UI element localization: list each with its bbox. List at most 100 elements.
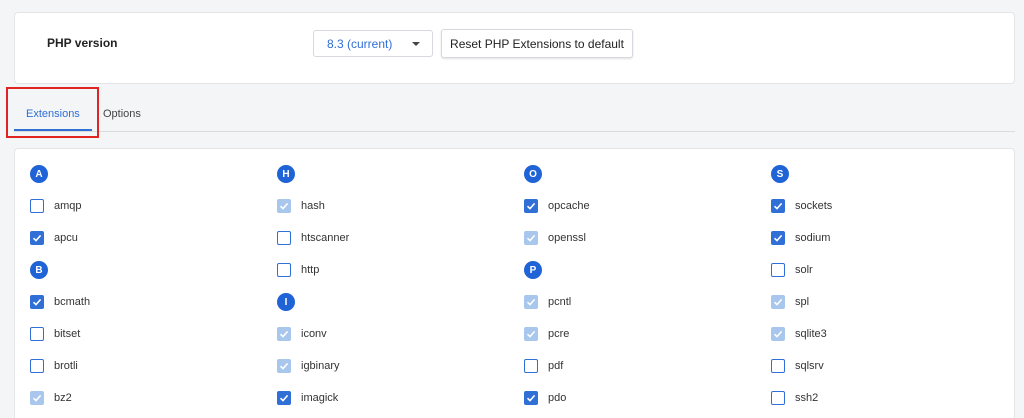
- extension-row-bz2: bz2: [30, 388, 72, 408]
- extension-row-spl: spl: [771, 292, 809, 312]
- extension-label: spl: [795, 296, 810, 308]
- extension-checkbox-iconv: [277, 327, 291, 341]
- letter-group-header: I: [277, 292, 295, 312]
- extension-label: igbinary: [301, 360, 340, 372]
- reset-extensions-button[interactable]: Reset PHP Extensions to default: [441, 29, 633, 58]
- extension-label: sqlite3: [795, 328, 827, 340]
- extension-checkbox-sqlite3: [771, 327, 785, 341]
- extension-checkbox-imagick[interactable]: [277, 391, 291, 405]
- extension-checkbox-brotli[interactable]: [30, 359, 44, 373]
- extension-checkbox-sockets[interactable]: [771, 199, 785, 213]
- checkmark-icon: [279, 330, 289, 338]
- extension-label: bitset: [54, 328, 81, 340]
- extension-label: iconv: [301, 328, 327, 340]
- checkmark-icon: [279, 202, 289, 210]
- extension-checkbox-pdf[interactable]: [524, 359, 538, 373]
- letter-badge: O: [524, 165, 542, 183]
- extension-checkbox-spl: [771, 295, 785, 309]
- extension-checkbox-sqlsrv[interactable]: [771, 359, 785, 373]
- letter-badge: S: [771, 165, 789, 183]
- extension-row-hash: hash: [277, 196, 325, 216]
- letter-badge: B: [30, 261, 48, 279]
- extension-row-sockets: sockets: [771, 196, 832, 216]
- letter-badge: A: [30, 165, 48, 183]
- php-version-select[interactable]: 8.3 (current): [313, 30, 433, 57]
- extension-label: bz2: [54, 392, 72, 404]
- active-tab-indicator: [14, 129, 92, 131]
- letter-group-header: P: [524, 260, 542, 280]
- extension-row-pdo: pdo: [524, 388, 566, 408]
- extension-row-solr: solr: [771, 260, 813, 280]
- extension-row-opcache: opcache: [524, 196, 590, 216]
- php-version-value: 8.3 (current): [327, 36, 393, 51]
- tab-bar: Extensions Options: [14, 100, 1015, 132]
- tab-options[interactable]: Options: [103, 108, 141, 120]
- checkmark-icon: [279, 394, 289, 402]
- checkmark-icon: [279, 362, 289, 370]
- letter-badge: H: [277, 165, 295, 183]
- extension-checkbox-bz2: [30, 391, 44, 405]
- extension-row-imagick: imagick: [277, 388, 338, 408]
- extension-checkbox-bcmath[interactable]: [30, 295, 44, 309]
- extension-checkbox-opcache[interactable]: [524, 199, 538, 213]
- extension-row-apcu: apcu: [30, 228, 78, 248]
- checkmark-icon: [32, 394, 42, 402]
- checkmark-icon: [773, 234, 783, 242]
- extension-label: pdo: [548, 392, 567, 404]
- extension-label: imagick: [301, 392, 339, 404]
- extension-checkbox-sodium[interactable]: [771, 231, 785, 245]
- extension-checkbox-pcre: [524, 327, 538, 341]
- extension-checkbox-htscanner[interactable]: [277, 231, 291, 245]
- extension-row-sqlite3: sqlite3: [771, 324, 827, 344]
- extension-row-http: http: [277, 260, 319, 280]
- checkmark-icon: [773, 298, 783, 306]
- extension-label: hash: [301, 200, 325, 212]
- extension-row-htscanner: htscanner: [277, 228, 349, 248]
- extension-label: http: [301, 264, 320, 276]
- checkmark-icon: [526, 202, 536, 210]
- tab-extensions[interactable]: Extensions: [26, 108, 80, 120]
- extension-checkbox-pcntl: [524, 295, 538, 309]
- php-version-label: PHP version: [47, 36, 118, 50]
- extension-row-sodium: sodium: [771, 228, 830, 248]
- extension-row-iconv: iconv: [277, 324, 327, 344]
- letter-group-header: O: [524, 164, 542, 184]
- letter-group-header: S: [771, 164, 789, 184]
- extension-label: sodium: [795, 232, 831, 244]
- extension-row-pdf: pdf: [524, 356, 563, 376]
- extension-row-ssh2: ssh2: [771, 388, 818, 408]
- extension-row-openssl: openssl: [524, 228, 586, 248]
- extension-label: openssl: [548, 232, 586, 244]
- extension-row-brotli: brotli: [30, 356, 78, 376]
- extension-label: opcache: [548, 200, 590, 212]
- extension-label: htscanner: [301, 232, 350, 244]
- extension-label: sockets: [795, 200, 833, 212]
- extension-label: ssh2: [795, 392, 819, 404]
- extensions-card: Aamqp apcu Bbcmath bitset brotli bz2 Hhash htsc…: [14, 148, 1015, 418]
- extension-checkbox-igbinary: [277, 359, 291, 373]
- checkmark-icon: [32, 234, 42, 242]
- extension-checkbox-pdo[interactable]: [524, 391, 538, 405]
- extension-label: brotli: [54, 360, 78, 372]
- extension-checkbox-amqp[interactable]: [30, 199, 44, 213]
- checkmark-icon: [773, 330, 783, 338]
- extension-checkbox-http[interactable]: [277, 263, 291, 277]
- checkmark-icon: [526, 234, 536, 242]
- php-version-card: PHP version 8.3 (current) Reset PHP Exte…: [14, 12, 1015, 84]
- letter-group-header: B: [30, 260, 48, 280]
- extension-label: pcntl: [548, 296, 572, 308]
- checkmark-icon: [526, 298, 536, 306]
- extension-label: amqp: [54, 200, 82, 212]
- extension-checkbox-hash: [277, 199, 291, 213]
- extension-checkbox-solr[interactable]: [771, 263, 785, 277]
- letter-badge: P: [524, 261, 542, 279]
- extension-checkbox-ssh2[interactable]: [771, 391, 785, 405]
- extension-checkbox-apcu[interactable]: [30, 231, 44, 245]
- extension-checkbox-bitset[interactable]: [30, 327, 44, 341]
- extension-label: pcre: [548, 328, 570, 340]
- extension-checkbox-openssl: [524, 231, 538, 245]
- extension-label: solr: [795, 264, 813, 276]
- checkmark-icon: [526, 330, 536, 338]
- extension-row-bcmath: bcmath: [30, 292, 90, 312]
- letter-badge: I: [277, 293, 295, 311]
